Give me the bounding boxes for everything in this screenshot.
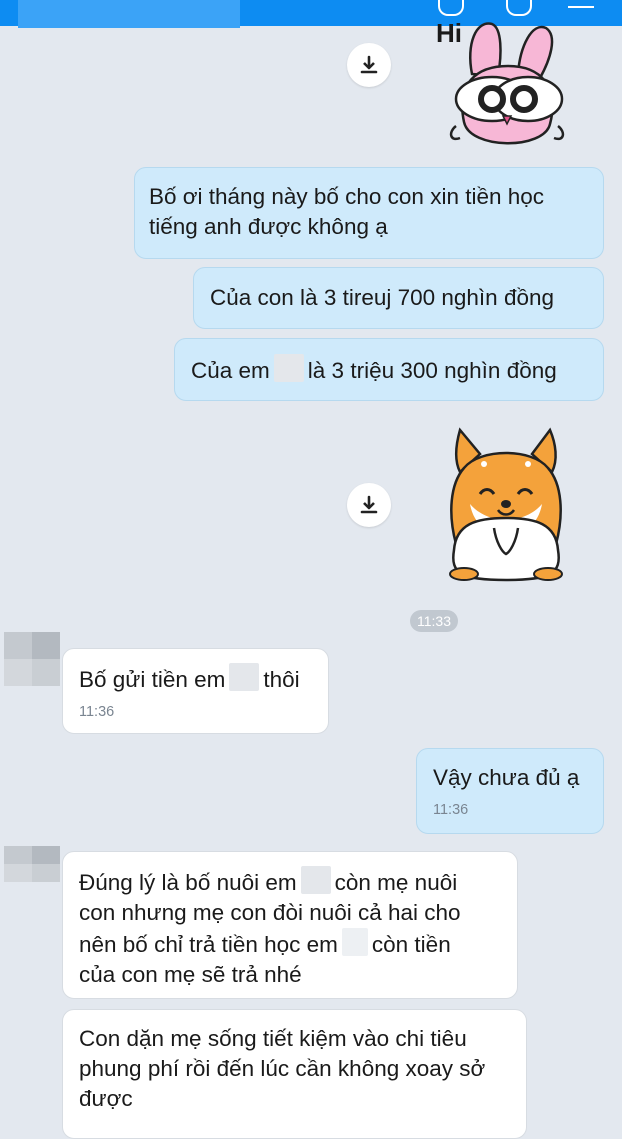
shiba-dog-sticker[interactable] [440, 424, 572, 584]
message-text-line: con nhưng mẹ con đòi nuôi cả hai cho [79, 900, 461, 925]
message-text-part: còn tiền [371, 932, 451, 957]
message-text-part: Của em [191, 358, 270, 383]
message-text: Của em là 3 triệu 300 nghìn đồng [191, 354, 587, 386]
message-text-part: Bố gửi tiền em [79, 667, 226, 692]
contact-name-strip[interactable] [18, 0, 240, 28]
bunny-illustration: Hi [436, 18, 565, 145]
message-text: Bố ơi tháng này bố cho con xin tiền học … [149, 184, 545, 239]
message-text: Của con là 3 tireuj 700 nghìn đồng [210, 285, 555, 310]
message-text-part: Đúng lý là bố nuôi em [79, 870, 297, 895]
avatar[interactable] [4, 632, 60, 686]
message-time: 11:36 [79, 704, 115, 720]
avatar[interactable] [4, 846, 60, 882]
message-text-part: là 3 triệu 300 nghìn đồng [307, 358, 557, 383]
their-message-bubble[interactable]: Đúng lý là bố nuôi em còn mẹ nuôi con như… [62, 851, 518, 999]
their-message-bubble[interactable]: Bố gửi tiền em thôi 11:36 [62, 648, 329, 734]
my-message-bubble[interactable]: Của em là 3 triệu 300 nghìn đồng [174, 338, 604, 401]
time-divider: 11:33 [410, 610, 458, 632]
redacted-name [300, 866, 331, 894]
message-text: Vậy chưa đủ ạ [433, 765, 580, 790]
download-sticker-button[interactable] [347, 483, 391, 527]
message-text-line: Đúng lý là bố nuôi em còn mẹ nuôi [79, 866, 501, 898]
redacted-name [273, 354, 304, 382]
redacted-name [341, 928, 368, 956]
download-icon [360, 495, 378, 514]
my-message-bubble[interactable]: Của con là 3 tireuj 700 nghìn đồng [193, 267, 604, 329]
menu-icon[interactable] [568, 0, 594, 8]
download-icon [360, 55, 378, 74]
hi-bunny-sticker[interactable]: Hi [436, 14, 576, 156]
message-text-line: nên bố chỉ trả tiền học em còn tiền [79, 928, 501, 960]
message-text: Bố gửi tiền em thôi [79, 663, 312, 695]
message-text-part: nên bố chỉ trả tiền học em [79, 932, 338, 957]
message-text-line: của con mẹ sẽ trả nhé [79, 962, 302, 987]
message-text-part: còn mẹ nuôi [334, 870, 458, 895]
message-text-part: thôi [263, 667, 300, 692]
download-sticker-button[interactable] [347, 43, 391, 87]
my-message-bubble[interactable]: Vậy chưa đủ ạ 11:36 [416, 748, 604, 834]
my-message-bubble[interactable]: Bố ơi tháng này bố cho con xin tiền học … [134, 167, 604, 259]
sticker-caption: Hi [436, 18, 462, 48]
shiba-illustration [449, 427, 563, 582]
redacted-name [229, 663, 260, 691]
message-text: Con dặn mẹ sống tiết kiệm vào chi tiêu p… [79, 1026, 486, 1111]
message-time: 11:36 [433, 802, 469, 818]
